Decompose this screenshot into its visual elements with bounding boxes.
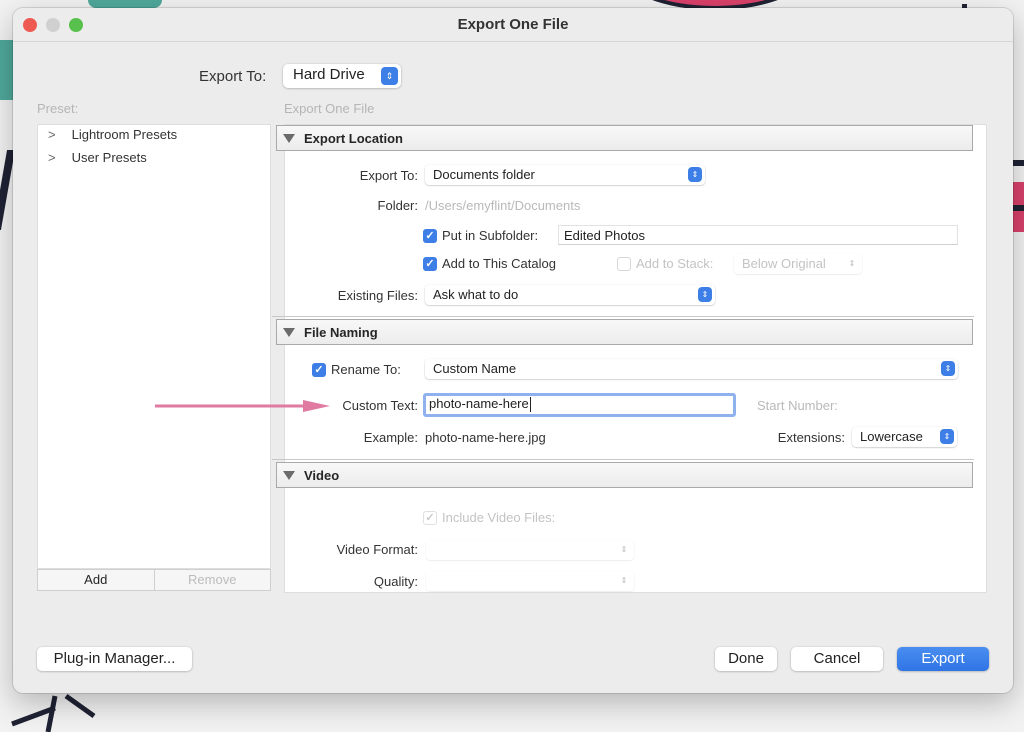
title-bar: Export One File xyxy=(13,8,1013,42)
popup-stepper-icon: ⇕ xyxy=(941,361,955,376)
close-window-button[interactable] xyxy=(23,18,37,32)
popup-stepper-icon: ⇕ xyxy=(381,67,398,85)
rename-template-value: Custom Name xyxy=(433,361,517,376)
export-destination-popup[interactable]: Hard Drive ⇕ xyxy=(283,64,401,88)
subfolder-checkbox[interactable]: ✓ Put in Subfolder: xyxy=(423,228,538,243)
stack-position-popup[interactable]: Below Original ⇕ xyxy=(734,254,862,274)
extensions-popup[interactable]: Lowercase ⇕ xyxy=(852,427,957,447)
minimize-window-button[interactable] xyxy=(46,18,60,32)
chevron-right-icon[interactable]: > xyxy=(48,150,56,165)
preset-folder-lightroom[interactable]: > Lightroom Presets xyxy=(48,127,177,142)
export-folder-value: Documents folder xyxy=(433,167,535,182)
checkbox-checked-icon: ✓ xyxy=(423,228,437,243)
preset-folder-label: Lightroom Presets xyxy=(71,127,178,142)
add-to-stack-label: Add to Stack: xyxy=(636,256,714,271)
popup-stepper-icon: ⇕ xyxy=(698,287,712,302)
folder-path: /Users/emyflint/Documents xyxy=(425,198,581,213)
background-decoration xyxy=(0,40,14,100)
cancel-button[interactable]: Cancel xyxy=(791,647,883,671)
add-to-catalog-checkbox[interactable]: ✓ Add to This Catalog xyxy=(423,256,556,271)
chevron-right-icon[interactable]: > xyxy=(48,127,56,142)
existing-files-popup[interactable]: Ask what to do ⇕ xyxy=(425,285,715,305)
checkbox-checked-icon: ✓ xyxy=(423,510,437,525)
preset-label: Preset: xyxy=(37,101,79,116)
remove-preset-button[interactable]: Remove xyxy=(154,569,271,591)
video-format-popup[interactable]: ⇕ xyxy=(426,540,634,560)
rename-template-popup[interactable]: Custom Name ⇕ xyxy=(425,359,958,379)
disclosure-triangle-icon xyxy=(283,470,295,480)
custom-text-input[interactable]: photo-name-here xyxy=(423,393,736,417)
export-to-label: Export To: xyxy=(199,68,267,85)
popup-stepper-icon: ⇕ xyxy=(940,429,954,444)
popup-stepper-icon: ⇕ xyxy=(620,544,628,554)
extensions-label: Extensions: xyxy=(777,430,845,445)
preset-folder-label: User Presets xyxy=(71,150,147,165)
section-title: Export Location xyxy=(304,130,403,146)
text-cursor xyxy=(529,397,531,413)
export-destination-value: Hard Drive xyxy=(293,66,365,83)
existing-files-value: Ask what to do xyxy=(433,287,519,302)
export-button[interactable]: Export xyxy=(897,647,989,671)
subfolder-label: Put in Subfolder: xyxy=(442,228,539,243)
popup-stepper-icon: ⇕ xyxy=(688,167,702,182)
checkbox-unchecked-icon xyxy=(617,256,631,271)
disclosure-triangle-icon xyxy=(283,133,295,143)
example-filename: photo-name-here.jpg xyxy=(425,430,546,445)
add-to-catalog-label: Add to This Catalog xyxy=(442,256,556,271)
panel-label: Export One File xyxy=(284,101,375,116)
existing-files-label: Existing Files: xyxy=(337,288,418,303)
section-header-file-naming[interactable]: File Naming xyxy=(276,319,973,345)
section-divider xyxy=(272,459,974,460)
preset-folder-user[interactable]: > User Presets xyxy=(48,150,147,165)
rename-checkbox[interactable]: ✓ Rename To: xyxy=(312,362,401,377)
extensions-value: Lowercase xyxy=(860,429,923,444)
video-format-label: Video Format: xyxy=(336,542,418,557)
section-title: File Naming xyxy=(304,324,378,340)
add-preset-button[interactable]: Add xyxy=(37,569,155,591)
section-header-export-location[interactable]: Export Location xyxy=(276,125,973,151)
export-to-label: Export To: xyxy=(359,168,418,183)
section-header-video[interactable]: Video xyxy=(276,462,973,488)
checkbox-checked-icon: ✓ xyxy=(423,256,437,271)
preset-list: > Lightroom Presets > User Presets xyxy=(37,124,271,569)
popup-stepper-icon: ⇕ xyxy=(620,575,628,585)
done-button[interactable]: Done xyxy=(715,647,777,671)
stack-position-value: Below Original xyxy=(742,256,826,271)
include-video-checkbox[interactable]: ✓ Include Video Files: xyxy=(423,510,555,525)
quality-label: Quality: xyxy=(373,574,418,589)
preset-buttons: Add Remove xyxy=(37,569,271,591)
start-number-label: Start Number: xyxy=(757,398,838,413)
background-decoration xyxy=(11,693,96,732)
background-decoration xyxy=(88,0,162,8)
example-label: Example: xyxy=(363,430,418,445)
checkbox-checked-icon: ✓ xyxy=(312,362,326,377)
popup-stepper-icon: ⇕ xyxy=(848,258,856,268)
add-to-stack-checkbox[interactable]: Add to Stack: xyxy=(617,256,713,271)
include-video-label: Include Video Files: xyxy=(442,510,556,525)
quality-popup[interactable]: ⇕ xyxy=(426,571,634,591)
plugin-manager-button[interactable]: Plug-in Manager... xyxy=(37,647,192,671)
zoom-window-button[interactable] xyxy=(69,18,83,32)
window-title: Export One File xyxy=(457,16,569,33)
custom-text-value: photo-name-here xyxy=(429,396,529,411)
export-folder-popup[interactable]: Documents folder ⇕ xyxy=(425,165,705,185)
rename-label: Rename To: xyxy=(331,362,401,377)
section-title: Video xyxy=(304,467,340,483)
section-divider xyxy=(272,316,974,317)
disclosure-triangle-icon xyxy=(283,327,295,337)
subfolder-input[interactable]: Edited Photos xyxy=(558,225,958,245)
custom-text-label: Custom Text: xyxy=(342,398,418,413)
folder-label: Folder: xyxy=(377,198,418,213)
window-controls xyxy=(23,18,83,32)
